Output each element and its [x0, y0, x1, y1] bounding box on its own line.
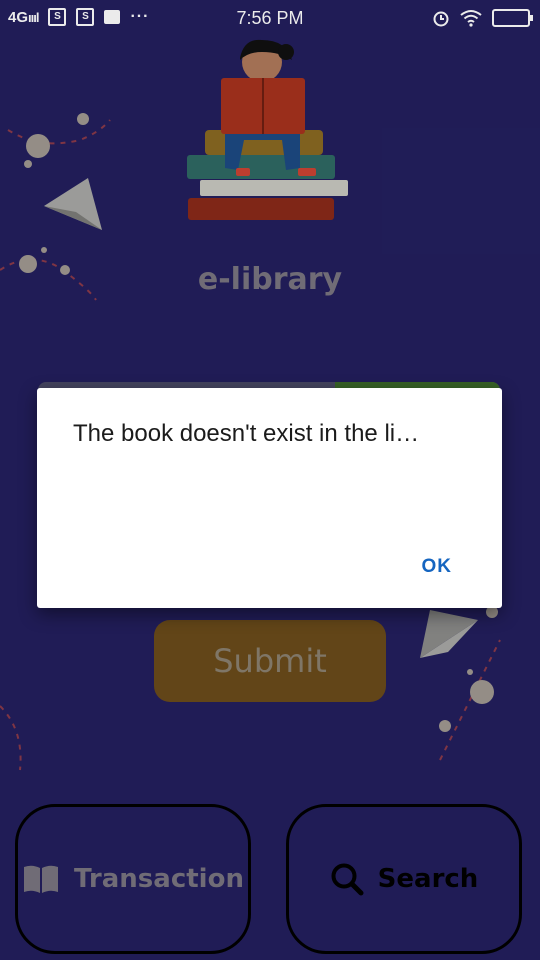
alert-dialog: The book doesn't exist in the li… OK [37, 388, 502, 608]
dialog-message: The book doesn't exist in the li… [73, 420, 420, 447]
ok-button[interactable]: OK [416, 552, 459, 582]
